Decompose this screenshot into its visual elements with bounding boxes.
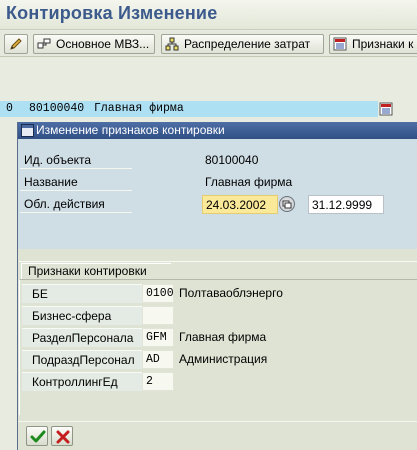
account-features-icon [333,37,347,51]
pencil-icon [10,38,22,50]
toolbar-button-label: Основное МВЗ... [56,37,150,51]
personnel-subarea-text: Администрация [179,352,268,366]
cancel-button[interactable] [51,426,73,446]
object-header-section: Ид. объекта 80100040 Название Главная фи… [18,139,417,249]
controlling-unit-label: КонтроллингЕд [22,372,142,391]
toolbar-button-label: Распределение затрат [184,37,311,51]
business-unit-text: Полтаваоблэнерго [179,286,283,300]
change-account-features-dialog: Изменение признаков контировки Ид. объек… [17,122,417,450]
personnel-area-label: РазделПерсонала [22,328,142,347]
cost-distribution-icon [165,37,179,51]
validity-label: Обл. действия [20,195,132,213]
group-frame: БЕ 0100 Полтаваоблэнерго Бизнес-сфера Ра… [19,279,417,415]
business-unit-field[interactable]: 0100 [142,284,174,303]
group-title: Признаки контировки [21,263,181,280]
dialog-title-bar: Изменение признаков контировки [18,122,417,139]
toolbar-button-label: Признаки к [352,37,414,51]
list-item-object-id: 80100040 [29,102,85,115]
window-icon [21,124,34,137]
valid-from-field[interactable]: 24.03.2002 [202,195,278,214]
business-area-field[interactable] [142,306,174,325]
edit-button[interactable] [4,34,28,54]
application-toolbar: Основное МВЗ... Распределение затрат При… [0,31,417,57]
controlling-unit-field[interactable]: 2 [142,372,174,391]
toolbar-button-overview[interactable]: Основное МВЗ... [33,34,155,54]
business-area-label: Бизнес-сфера [22,306,142,325]
cancel-icon [56,430,70,444]
dialog-title: Изменение признаков контировки [36,123,225,137]
personnel-subarea-label: ПодраздПерсонал [22,350,142,369]
dialog-footer [18,421,417,450]
toolbar-button-cost-distribution[interactable]: Распределение затрат [161,34,324,54]
title-bar: Контировка Изменение [0,0,417,30]
list-item-status: 0 [6,102,13,115]
left-strip [0,122,17,450]
object-id-value: 80100040 [205,153,259,167]
name-label: Название [20,173,132,191]
personnel-area-text: Главная фирма [179,330,267,344]
account-features-group: Признаки контировки БЕ 0100 Полтаваоблэн… [19,261,417,416]
content-area [0,58,417,96]
list-item[interactable]: 0 80100040 Главная фирма [0,101,378,117]
confirm-button[interactable] [26,426,48,446]
business-unit-label: БЕ [22,284,142,303]
valid-to-field[interactable]: 31.12.9999 [308,195,384,214]
object-id-label: Ид. объекта [20,151,132,169]
list-item-name: Главная фирма [94,102,184,115]
details-icon[interactable] [379,101,393,117]
toolbar-button-account-features[interactable]: Признаки к [329,34,417,54]
name-value: Главная фирма [205,175,293,189]
personnel-subarea-field[interactable]: AD [142,350,174,369]
calendar-icon [282,200,292,209]
page-title: Контировка Изменение [6,3,218,23]
overview-icon [37,38,51,49]
personnel-area-field[interactable]: GFM [142,328,174,347]
date-picker-button[interactable] [279,196,295,212]
checkmark-icon [30,430,46,443]
